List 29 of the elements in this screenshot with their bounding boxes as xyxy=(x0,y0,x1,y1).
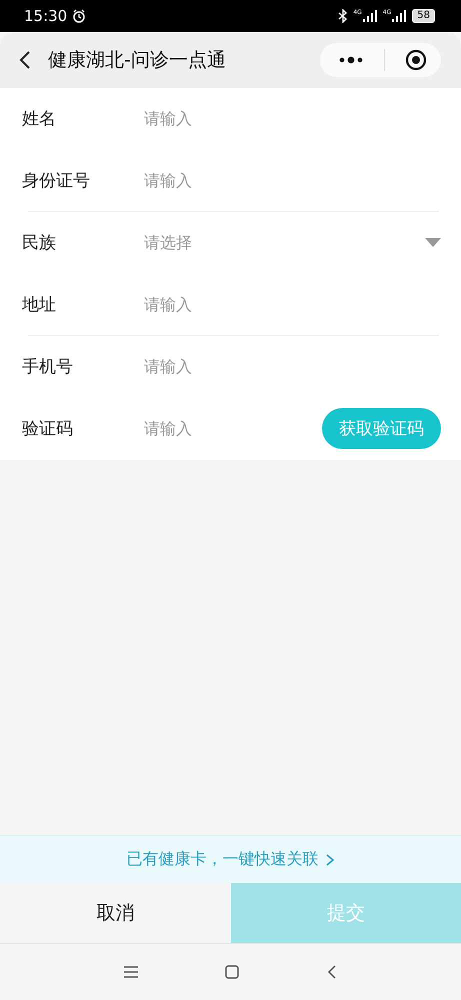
clock-time: 15:30 xyxy=(24,7,68,25)
link-banner[interactable]: 已有健康卡，一键快速关联 xyxy=(0,835,461,883)
input-field[interactable]: 请输入 xyxy=(144,171,441,190)
dropdown-icon[interactable] xyxy=(425,238,441,248)
back-icon[interactable] xyxy=(18,50,32,70)
menu-icon[interactable] xyxy=(124,966,138,978)
field-label: 民族 xyxy=(22,232,57,254)
input-field[interactable]: 请输入 xyxy=(144,357,441,376)
input-field[interactable]: 请输入 xyxy=(144,295,441,314)
field-label: 手机号 xyxy=(22,356,74,378)
field-label: 身份证号 xyxy=(22,170,91,192)
get-code-button[interactable]: 获取验证码 xyxy=(322,408,441,449)
signal-icon xyxy=(391,10,408,22)
input-field[interactable]: 请输入 xyxy=(144,109,441,128)
signal-icon xyxy=(362,10,378,22)
page-title: 健康湖北-问诊一点通 xyxy=(48,48,227,73)
input-field[interactable]: 请输入 xyxy=(144,419,322,438)
chevron-right-icon xyxy=(324,852,334,866)
more-icon[interactable] xyxy=(338,56,364,64)
select-field[interactable]: 请选择 xyxy=(144,233,425,252)
alarm-icon xyxy=(72,9,86,23)
home-icon[interactable] xyxy=(225,965,240,979)
field-label: 地址 xyxy=(22,294,57,316)
battery-level: 58 xyxy=(412,9,435,23)
bluetooth-icon xyxy=(338,9,348,23)
close-icon[interactable] xyxy=(405,49,427,71)
field-label: 姓名 xyxy=(22,108,57,130)
field-label: 验证码 xyxy=(22,418,74,440)
back-icon[interactable] xyxy=(327,965,338,979)
